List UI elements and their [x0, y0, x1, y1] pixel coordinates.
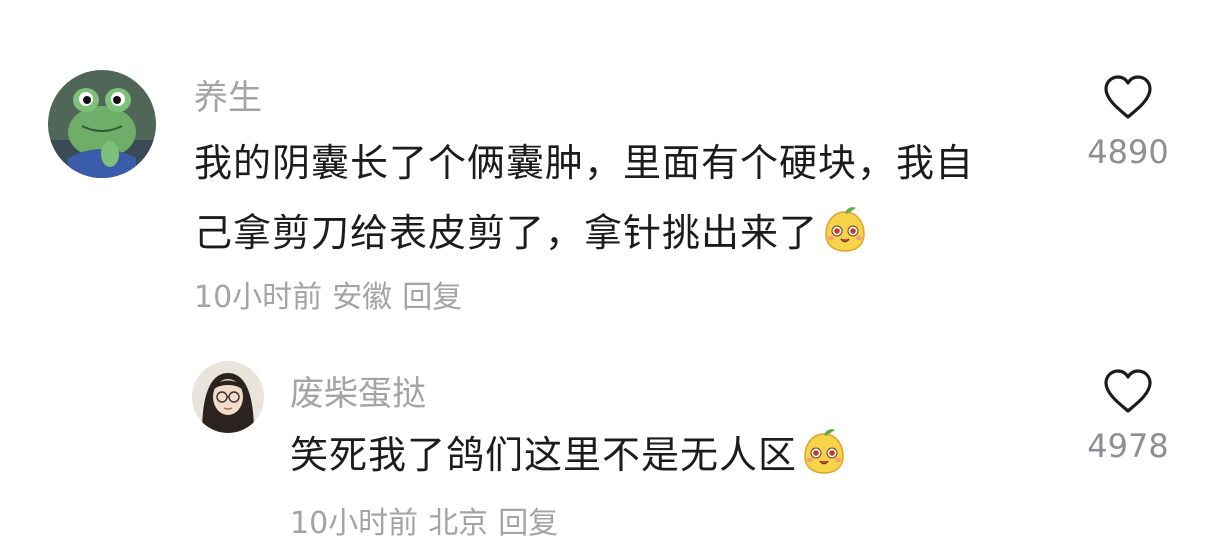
- comment-text: 我的阴囊长了个俩囊肿，里面有个硬块，我自 己拿剪刀给表皮剪了，拿针挑出来了: [194, 128, 974, 268]
- comment-text-line-content: 己拿剪刀给表皮剪了，拿针挑出来了: [194, 211, 819, 255]
- reply-button[interactable]: 回复: [498, 506, 558, 541]
- mango-face-emoji-icon: [825, 207, 865, 252]
- frog-avatar-icon: [48, 70, 156, 178]
- like-area: 4978: [1078, 368, 1178, 466]
- like-area: 4890: [1078, 74, 1178, 172]
- comment-text-line: 我的阴囊长了个俩囊肿，里面有个硬块，我自: [194, 141, 975, 185]
- like-count: 4890: [1087, 133, 1169, 171]
- heart-icon[interactable]: [1102, 368, 1154, 414]
- reply-button[interactable]: 回复: [402, 280, 462, 315]
- avatar[interactable]: [192, 361, 264, 433]
- girl-avatar-icon: [192, 361, 264, 433]
- heart-icon[interactable]: [1102, 74, 1154, 120]
- like-count: 4978: [1087, 427, 1169, 465]
- comment-meta: 10小时前 北京 回复: [290, 506, 568, 542]
- comment-text: 笑死我了鸽们这里不是无人区: [290, 420, 849, 490]
- comment-location: 安徽: [332, 280, 393, 315]
- comment-location: 北京: [428, 506, 489, 541]
- comment-text-line-content: 笑死我了鸽们这里不是无人区: [290, 433, 798, 477]
- username[interactable]: 养生: [194, 78, 262, 118]
- mango-face-emoji-icon: [804, 429, 844, 474]
- username[interactable]: 废柴蛋挞: [290, 374, 426, 414]
- comment-text-line: 笑死我了鸽们这里不是无人区: [290, 420, 849, 490]
- comment-meta: 10小时前 安徽 回复: [194, 280, 472, 316]
- comment-time: 10小时前: [290, 506, 419, 541]
- comment-time: 10小时前: [194, 280, 323, 315]
- comment-text-line: 己拿剪刀给表皮剪了，拿针挑出来了: [194, 198, 974, 268]
- avatar[interactable]: [48, 70, 156, 178]
